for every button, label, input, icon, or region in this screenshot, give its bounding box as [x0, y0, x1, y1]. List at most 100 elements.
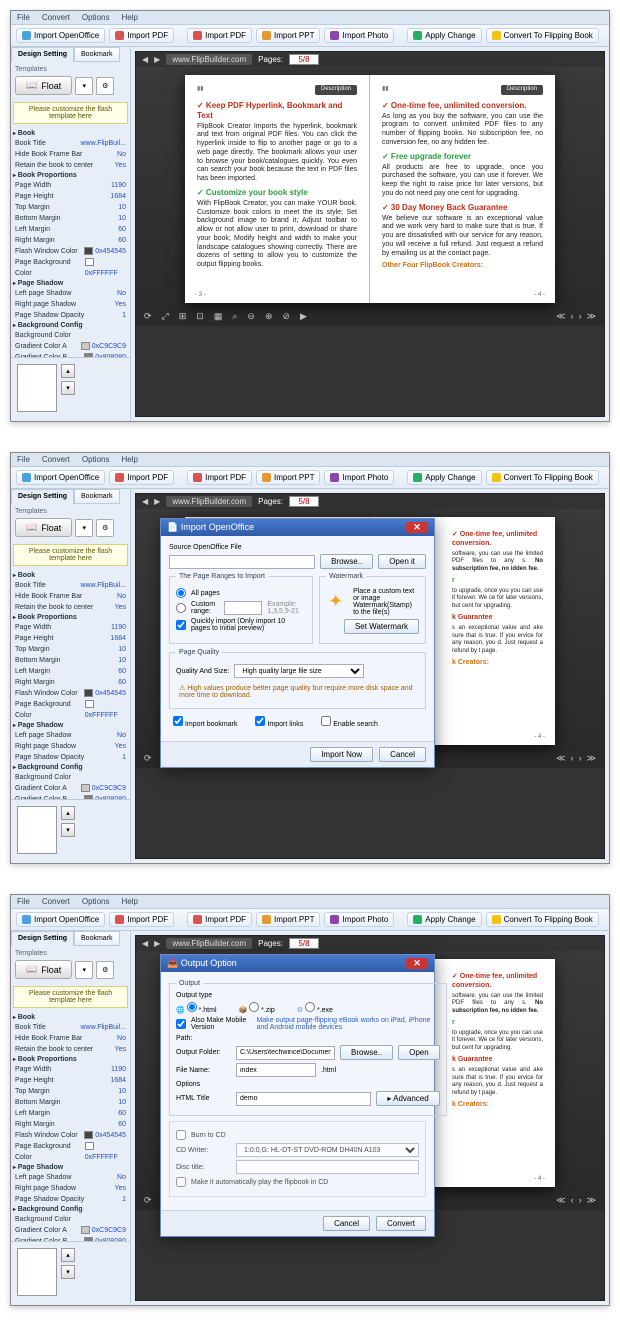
- page-nav[interactable]: ›: [579, 1195, 582, 1206]
- check-enable-search[interactable]: [321, 716, 331, 726]
- book-page-right[interactable]: ▮▮Description ✓ One-time fee, unlimited …: [370, 75, 555, 303]
- advanced-button[interactable]: ▸ Advanced: [376, 1091, 439, 1106]
- stage-tool[interactable]: ⊘: [283, 311, 291, 322]
- toolbar-convert-to-flipping-book[interactable]: Convert To Flipping Book: [486, 470, 599, 485]
- stage-tool[interactable]: ▦: [214, 311, 223, 322]
- page-nav[interactable]: ≫: [587, 753, 596, 764]
- cancel-button[interactable]: Cancel: [323, 1216, 370, 1231]
- stage-tool[interactable]: ⊡: [196, 311, 204, 322]
- book-page-left[interactable]: ▮▮Description ✓ Keep PDF Hyperlink, Book…: [185, 75, 370, 303]
- stage-tool[interactable]: ⟳: [144, 753, 152, 764]
- stage-tool[interactable]: ⤢: [162, 311, 169, 322]
- template-dropdown[interactable]: ▾: [75, 77, 93, 95]
- menu-options[interactable]: Options: [82, 13, 110, 22]
- page-nav[interactable]: ≫: [587, 311, 596, 322]
- side-panel: Design Setting Bookmark Templates 📖Float…: [11, 47, 131, 421]
- page-nav[interactable]: ≪: [556, 1195, 565, 1206]
- toolbar-import-openoffice[interactable]: Import OpenOffice: [16, 912, 105, 927]
- toolbar-convert-to-flipping-book[interactable]: Convert To Flipping Book: [486, 912, 599, 927]
- toolbar-import-ppt[interactable]: Import PPT: [256, 470, 320, 485]
- stage-tool[interactable]: ▶: [300, 311, 307, 322]
- nav-fwd-icon[interactable]: ▶: [154, 55, 160, 64]
- disc-title-input[interactable]: [236, 1160, 419, 1174]
- template-selector[interactable]: 📖Float: [15, 76, 72, 95]
- menu-help[interactable]: Help: [121, 13, 137, 22]
- toolbar-import-pdf[interactable]: Import PDF: [109, 912, 174, 927]
- menu-convert[interactable]: Convert: [42, 13, 70, 22]
- stage-tool[interactable]: ⟳: [144, 311, 152, 322]
- close-icon[interactable]: ✕: [406, 958, 428, 969]
- output-folder-input[interactable]: [236, 1046, 335, 1060]
- custom-range-input[interactable]: [224, 601, 262, 615]
- toolbar-import-pdf[interactable]: Import PDF: [109, 470, 174, 485]
- check-quick-import[interactable]: [176, 620, 186, 630]
- html-icon: 🌐: [176, 1007, 185, 1014]
- toolbar-import-photo[interactable]: Import Photo: [324, 470, 394, 485]
- quality-legend: Page Quality: [176, 649, 222, 656]
- radio-zip[interactable]: [249, 1002, 259, 1012]
- toolbar-import-ppt[interactable]: Import PPT: [256, 28, 320, 43]
- convert-button[interactable]: Convert: [376, 1216, 426, 1231]
- page-nav[interactable]: ≫: [587, 1195, 596, 1206]
- toolbar-import-openoffice[interactable]: Import OpenOffice: [16, 470, 105, 485]
- toolbar-import-pdf[interactable]: Import PDF: [187, 28, 252, 43]
- p-onetime: As long as you buy the software, you can…: [382, 113, 543, 148]
- template-config-icon[interactable]: ⚙: [96, 77, 114, 95]
- html-title-input[interactable]: [236, 1092, 371, 1106]
- page-nav[interactable]: ›: [579, 311, 582, 322]
- radio-custom-range[interactable]: [176, 603, 186, 613]
- toolbar-import-openoffice[interactable]: Import OpenOffice: [16, 28, 105, 43]
- stage-tool[interactable]: ⊞: [179, 311, 187, 322]
- toolbar-import-pdf[interactable]: Import PDF: [187, 912, 252, 927]
- radio-exe[interactable]: [305, 1002, 315, 1012]
- page-nav[interactable]: ≪: [556, 753, 565, 764]
- stage-tool[interactable]: ⊖: [247, 311, 255, 322]
- toolbar-import-pdf[interactable]: Import PDF: [187, 470, 252, 485]
- radio-html[interactable]: [187, 1002, 197, 1012]
- browse-button[interactable]: Browse..: [320, 554, 373, 569]
- set-watermark-button[interactable]: Set Watermark: [344, 619, 419, 634]
- page-number-input[interactable]: 5/8: [289, 54, 319, 65]
- close-icon[interactable]: ✕: [406, 522, 428, 533]
- toolbar-import-photo[interactable]: Import Photo: [324, 28, 394, 43]
- check-import-bookmark[interactable]: [173, 716, 183, 726]
- page-nav[interactable]: ‹: [571, 311, 574, 322]
- toolbar-import-pdf[interactable]: Import PDF: [109, 28, 174, 43]
- open-button[interactable]: Open: [398, 1045, 440, 1060]
- import-now-button[interactable]: Import Now: [310, 747, 373, 762]
- stage-tool[interactable]: ⌕: [232, 311, 237, 322]
- tab-design[interactable]: Design Setting: [11, 47, 74, 62]
- toolbar-import-ppt[interactable]: Import PPT: [256, 912, 320, 927]
- toolbar-convert-to-flipping-book[interactable]: Convert To Flipping Book: [486, 28, 599, 43]
- stage-tool[interactable]: ⟳: [144, 1195, 152, 1206]
- browse-button[interactable]: Browse..: [340, 1045, 393, 1060]
- check-autoplay[interactable]: [176, 1177, 186, 1187]
- check-mobile[interactable]: [176, 1019, 186, 1029]
- page-nav[interactable]: ‹: [571, 753, 574, 764]
- toolbar-apply-change[interactable]: Apply Change: [407, 28, 481, 43]
- property-tree[interactable]: BookBook Titlewww.FlipBuil...Hide Book F…: [11, 127, 130, 357]
- quality-warning: High values produce better page quality …: [176, 681, 419, 702]
- toolbar-apply-change[interactable]: Apply Change: [407, 912, 481, 927]
- page-nav[interactable]: ≪: [556, 311, 565, 322]
- filename-input[interactable]: [236, 1063, 316, 1077]
- tab-bookmark[interactable]: Bookmark: [74, 47, 120, 62]
- cancel-button[interactable]: Cancel: [379, 747, 426, 762]
- page-nav[interactable]: ›: [579, 753, 582, 764]
- source-file-input[interactable]: [169, 555, 315, 569]
- toolbar-apply-change[interactable]: Apply Change: [407, 470, 481, 485]
- quality-select[interactable]: High quality large file size: [234, 664, 364, 678]
- thumb-down-button[interactable]: ▾: [61, 381, 75, 395]
- open-button[interactable]: Open it: [378, 554, 426, 569]
- cd-writer-select[interactable]: 1:0:0,G: HL-DT-ST DVD-ROM DH40N A103: [236, 1143, 419, 1157]
- toolbar-import-photo[interactable]: Import Photo: [324, 912, 394, 927]
- radio-all-pages[interactable]: [176, 588, 186, 598]
- stage-tool[interactable]: ⊕: [265, 311, 273, 322]
- thumb-up-button[interactable]: ▴: [61, 364, 75, 378]
- check-import-links[interactable]: [255, 716, 265, 726]
- page-nav[interactable]: ‹: [571, 1195, 574, 1206]
- menu-file[interactable]: File: [17, 13, 30, 22]
- nav-back-icon[interactable]: ◀: [142, 55, 148, 64]
- check-burn-cd[interactable]: [176, 1130, 186, 1140]
- customize-template-button[interactable]: Please customize the flash template here: [13, 102, 128, 124]
